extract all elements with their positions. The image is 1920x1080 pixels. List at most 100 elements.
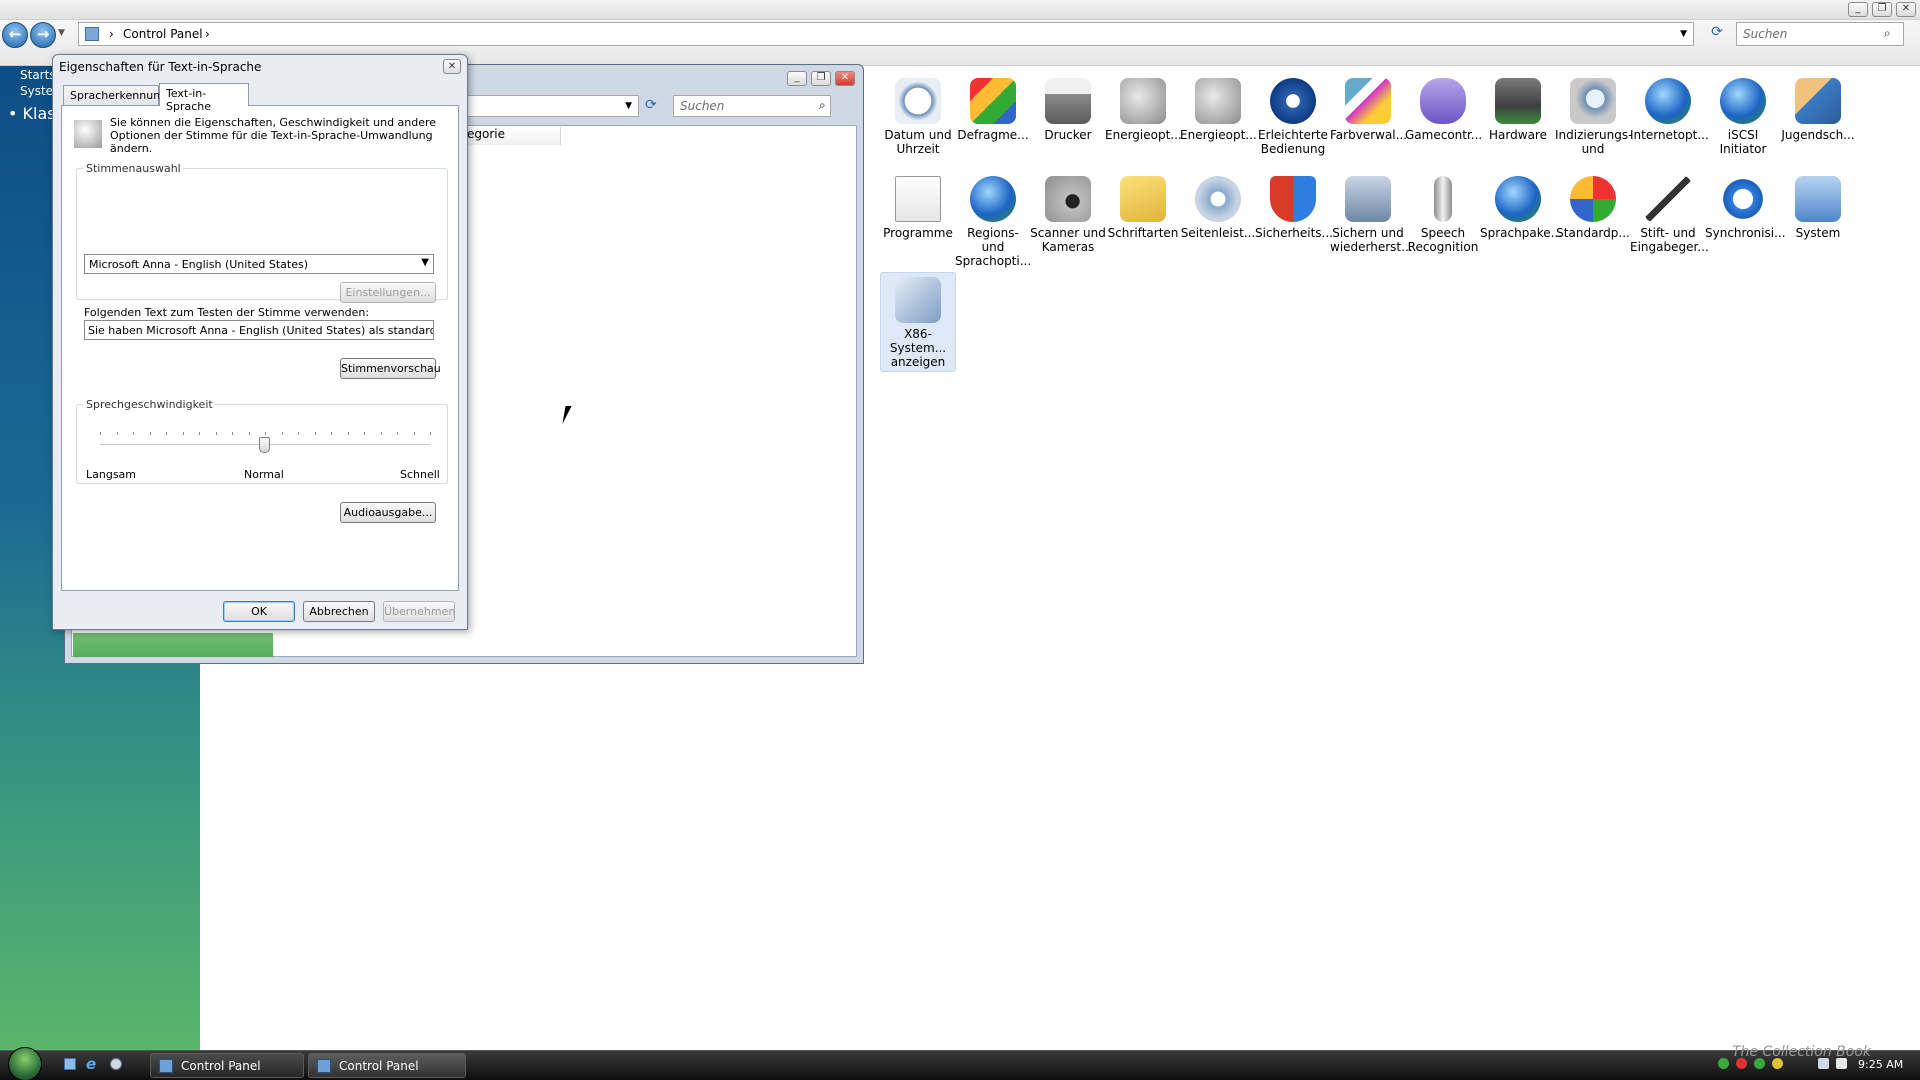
icon-label: Regions- und Sprachopti... (955, 226, 1032, 268)
tab-speech-recognition[interactable]: Spracherkennung (63, 85, 167, 105)
tray-security-icon[interactable] (1736, 1058, 1747, 1069)
parental-controls-icon (1795, 78, 1841, 124)
dialog-close-button[interactable]: ✕ (443, 59, 461, 74)
icon-internetoptionen[interactable]: Internetopt... (1630, 78, 1709, 142)
icon-defragmentierung[interactable]: Defragme... (955, 78, 1031, 142)
icon-stift-eingabegeraete[interactable]: Stift- und Eingabeger... (1630, 176, 1709, 254)
main-window-titlebar: _ ❐ ✕ (0, 0, 1920, 20)
close-button[interactable]: ✕ (835, 71, 855, 86)
restore-button[interactable]: ❐ (1872, 2, 1892, 17)
breadcrumb-control-panel[interactable]: Control Panel (123, 27, 203, 41)
icon-label: System (1795, 226, 1841, 240)
taskbar-button-control-panel-2[interactable]: Control Panel (308, 1053, 466, 1078)
icon-label: Energieopt... (1105, 128, 1182, 142)
icon-synchronisierungscenter[interactable]: Synchronisi... (1705, 176, 1786, 240)
icon-regions-sprachoptionen[interactable]: Regions- und Sprachopti... (955, 176, 1031, 268)
icon-energieoptionen-1[interactable]: Energieopt... (1105, 78, 1182, 142)
recent-pages-dropdown-icon[interactable]: ▼ (58, 28, 65, 38)
icon-label: Sprachpake... (1480, 226, 1563, 240)
icon-seitenleiste[interactable]: Seitenleist... (1180, 176, 1256, 240)
system-icon (1795, 176, 1841, 222)
icon-farbverwaltung[interactable]: Farbverwal... (1330, 78, 1408, 142)
address-dropdown-icon[interactable]: ▼ (1680, 29, 1687, 39)
search-input[interactable]: Suchen (1736, 22, 1904, 46)
icon-gamecontroller[interactable]: Gamecontr... (1405, 78, 1483, 142)
audio-output-button[interactable]: Audioausgabe... (340, 502, 436, 523)
icon-erleichterte-bedienung[interactable]: Erleichterte Bedienung (1255, 78, 1331, 156)
cancel-button[interactable]: Abbrechen (303, 601, 375, 622)
default-programs-icon (1570, 176, 1616, 222)
icon-scanner-kameras[interactable]: Scanner und Kameras (1030, 176, 1106, 254)
tray-update-icon[interactable] (1754, 1058, 1765, 1069)
x86-system-icon (895, 277, 941, 323)
icon-programme[interactable]: Programme (880, 176, 956, 240)
address-bar[interactable]: › Control Panel › ▼ (78, 22, 1694, 46)
preview-voice-button[interactable]: Stimmenvorschau (340, 358, 441, 379)
icon-label: Gamecontr... (1405, 128, 1483, 142)
icon-sichern-wiederherstellen[interactable]: Sichern und wiederherst... (1330, 176, 1413, 254)
tray-network-icon[interactable] (1818, 1058, 1829, 1069)
icon-x86-system[interactable]: X86-System... anzeigen (880, 272, 956, 372)
ok-button[interactable]: OK (223, 601, 295, 622)
search-input[interactable]: Suchen (673, 95, 831, 117)
icon-label: Indizierungs- und (1555, 128, 1633, 156)
speech-rate-tick (232, 432, 233, 435)
power-plug-icon (1195, 78, 1241, 124)
speech-rate-tick (133, 432, 134, 435)
hardware-icon (1495, 78, 1541, 124)
globe-icon (970, 176, 1016, 222)
back-button[interactable]: ← (2, 22, 28, 48)
taskbar-button-control-panel-1[interactable]: Control Panel (150, 1053, 304, 1078)
test-text-input[interactable]: Sie haben Microsoft Anna - English (Unit… (84, 320, 434, 340)
voice-settings-button[interactable]: Einstellungen... (340, 282, 436, 303)
icon-speech-recognition[interactable]: Speech Recognition (1405, 176, 1481, 254)
forward-button[interactable]: → (30, 22, 56, 48)
search-icon[interactable]: ⌕ (1884, 26, 1891, 41)
icon-hardware[interactable]: Hardware (1480, 78, 1556, 142)
minimize-button[interactable]: _ (787, 71, 807, 86)
apply-button[interactable]: Übernehmen (383, 601, 455, 622)
speech-rate-slider-thumb[interactable] (259, 437, 270, 453)
refresh-icon[interactable]: ⟳ (645, 97, 657, 113)
search-icon[interactable]: ⌕ (819, 98, 826, 113)
voice-select[interactable]: Microsoft Anna - English (United States)… (84, 254, 434, 274)
refresh-icon[interactable]: ⟳ (1706, 24, 1728, 44)
icon-sicherheitscenter[interactable]: Sicherheits... (1255, 176, 1333, 240)
icon-jugendschutz[interactable]: Jugendsch... (1780, 78, 1856, 142)
breadcrumb-separator[interactable]: › (205, 27, 210, 41)
icon-sprachpakete[interactable]: Sprachpake... (1480, 176, 1563, 240)
dialog-title: Eigenschaften für Text-in-Sprache (59, 60, 262, 74)
control-panel-icon (317, 1059, 331, 1073)
speech-rate-tick (315, 432, 316, 435)
icon-schriftarten[interactable]: Schriftarten (1105, 176, 1181, 240)
restore-button[interactable]: ❐ (811, 71, 831, 86)
tray-warning-icon[interactable] (1772, 1058, 1783, 1069)
icon-energieoptionen-2[interactable]: Energieopt... (1180, 78, 1257, 142)
icon-standardprogramme[interactable]: Standardp... (1555, 176, 1631, 240)
ie-icon[interactable]: e (86, 1055, 96, 1073)
tray-volume-icon[interactable] (1836, 1058, 1847, 1069)
tray-sync-icon[interactable] (1718, 1058, 1729, 1069)
speech-rate-tick (414, 432, 415, 435)
start-button[interactable] (8, 1047, 42, 1080)
address-dropdown-icon[interactable]: ▼ (625, 101, 632, 111)
magnifier-icon (1570, 78, 1616, 124)
minimize-button[interactable]: _ (1848, 2, 1868, 17)
switch-windows-icon[interactable] (110, 1058, 122, 1070)
icon-iscsi-initiator[interactable]: iSCSI Initiator (1705, 78, 1781, 156)
close-button[interactable]: ✕ (1896, 2, 1916, 17)
icon-drucker[interactable]: Drucker (1030, 78, 1106, 142)
icon-label: Farbverwal... (1330, 128, 1408, 142)
accessibility-icon (1270, 78, 1316, 124)
icon-datum-uhrzeit[interactable]: Datum und Uhrzeit (880, 78, 956, 156)
voice-selection-group-title: Stimmenauswahl (84, 162, 183, 175)
chevron-down-icon: ▼ (421, 257, 429, 268)
show-desktop-icon[interactable] (64, 1058, 76, 1070)
speech-rate-tick (282, 432, 283, 435)
column-header-category[interactable]: egorie (465, 127, 561, 145)
icon-system[interactable]: System (1780, 176, 1856, 240)
icon-indizierung[interactable]: Indizierungs- und (1555, 78, 1633, 156)
speech-rate-tick (331, 432, 332, 435)
icon-label: Schriftarten (1107, 226, 1179, 240)
tab-text-to-speech[interactable]: Text-in-Sprache (159, 83, 249, 113)
